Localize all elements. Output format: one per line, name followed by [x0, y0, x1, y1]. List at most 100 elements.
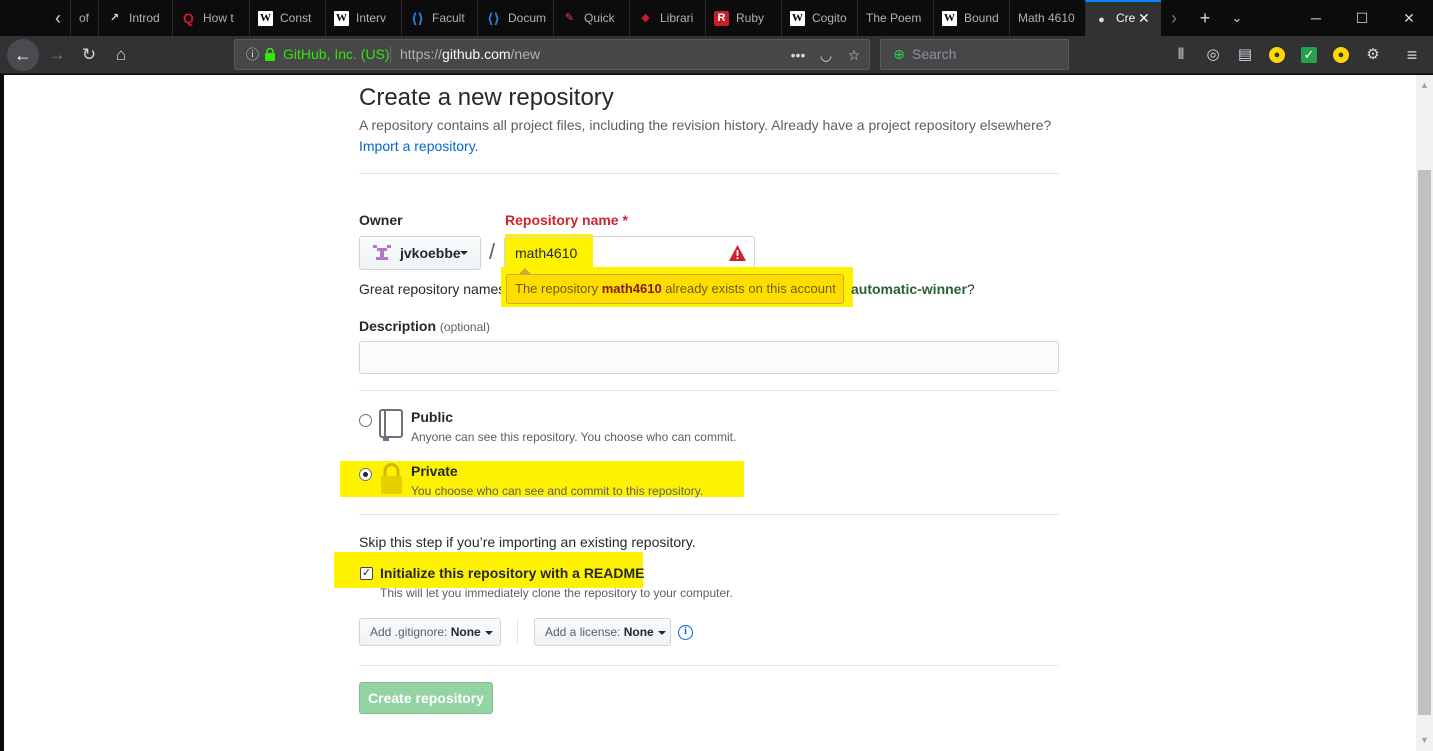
reload-icon[interactable]: ↻ [78, 44, 100, 66]
extension-github-icon[interactable]: ◎ [1202, 44, 1224, 66]
tab-list-icon[interactable]: ⌄ [1224, 0, 1250, 36]
scroll-up-icon[interactable]: ▲ [1416, 77, 1433, 94]
maximize-icon[interactable]: ☐ [1339, 0, 1385, 36]
vscode-icon: ⟨⟩ [487, 10, 500, 26]
tab-label: Const [280, 11, 312, 25]
search-bar[interactable]: ⊕ Search [880, 39, 1069, 70]
tab-label: Introd [129, 11, 160, 25]
license-select[interactable]: Add a license: None [534, 618, 671, 646]
bookmark-star-icon[interactable]: ☆ [843, 44, 865, 66]
owner-select[interactable]: jvkoebbe [359, 236, 481, 270]
description-input[interactable] [359, 341, 1059, 374]
pencil-icon: ✎ [564, 12, 575, 24]
repo-book-icon [379, 409, 403, 441]
page-actions-icon[interactable]: ••• [787, 44, 809, 66]
url-divider [390, 46, 391, 63]
info-icon[interactable]: ⓘ [244, 46, 261, 63]
extension-search-icon[interactable]: ● [1269, 47, 1285, 63]
library-icon[interactable]: ⫴ [1170, 44, 1192, 66]
scroll-down-icon[interactable]: ▼ [1416, 732, 1433, 749]
tab-label: How t [203, 11, 234, 25]
license-label: Add a license: [545, 625, 621, 639]
skip-step-text: Skip this step if you’re importing an ex… [359, 534, 696, 550]
reader-view-icon[interactable]: ▤ [1234, 44, 1256, 66]
extension-gear-icon[interactable]: ⚙ [1362, 44, 1384, 66]
extension-check-icon[interactable]: ✓ [1301, 47, 1317, 63]
info-icon[interactable]: i [678, 625, 693, 640]
tab-6[interactable]: ⟨⟩ Docum [477, 0, 553, 36]
tab-label: Cre [1116, 11, 1136, 25]
owner-label: Owner [359, 212, 403, 228]
url-text[interactable]: https://github.com/new [400, 40, 540, 69]
init-readme-label[interactable]: Initialize this repository with a README [380, 565, 644, 581]
suggestion-link[interactable]: automatic-winner [851, 281, 967, 297]
tab-label: of [79, 11, 90, 25]
private-radio[interactable] [359, 468, 372, 481]
tab-11[interactable]: The Poem [857, 0, 933, 36]
repo-name-label: Repository name * [505, 212, 628, 228]
gitignore-label: Add .gitignore: [370, 625, 448, 639]
tab-13[interactable]: Math 4610 [1009, 0, 1085, 36]
menu-icon[interactable]: ≡ [1401, 44, 1423, 66]
repo-name-input[interactable]: math4610 [504, 236, 755, 270]
tab-label: Math 4610 [1018, 11, 1075, 25]
wikipedia-icon: W [942, 11, 957, 26]
optional-note: (optional) [439, 320, 490, 334]
tab-scroll-right-icon[interactable]: › [1163, 0, 1185, 36]
lock-icon [381, 463, 402, 494]
close-tab-icon[interactable]: ✕ [1138, 2, 1150, 36]
scroll-thumb[interactable] [1418, 170, 1431, 715]
home-icon[interactable]: ⌂ [110, 44, 132, 66]
new-tab-icon[interactable]: + [1192, 0, 1218, 36]
tab-3[interactable]: W Const [249, 0, 325, 36]
tab-4[interactable]: W Interv [325, 0, 401, 36]
import-repo-link[interactable]: Import a repository. [359, 138, 479, 154]
tab-scroll-left-icon[interactable]: ‹ [46, 0, 70, 36]
create-repository-button[interactable]: Create repository [359, 682, 493, 714]
tab-2[interactable]: Q How t [172, 0, 249, 36]
tab-12[interactable]: W Bound [933, 0, 1009, 36]
repo-name-label-text: Repository name [505, 212, 619, 228]
public-subtitle: Anyone can see this repository. You choo… [411, 430, 737, 444]
public-radio[interactable] [359, 414, 372, 427]
forward-icon[interactable]: → [46, 44, 68, 66]
extension-search-icon-2[interactable]: ● [1333, 47, 1349, 63]
repo-name-value: math4610 [515, 245, 578, 261]
tab-10[interactable]: W Cogito [781, 0, 857, 36]
gitignore-value: None [450, 625, 481, 639]
init-readme-checkbox[interactable]: ✓ [360, 567, 373, 580]
pocket-icon[interactable]: ◡ [815, 44, 837, 66]
tab-label: Interv [356, 11, 387, 25]
github-new-repo-page: Create a new repository A repository con… [4, 75, 1416, 751]
minimize-icon[interactable]: ─ [1293, 0, 1339, 36]
gitignore-select[interactable]: Add .gitignore: None [359, 618, 501, 646]
tab-14-active[interactable]: ● Cre ✕ [1085, 0, 1161, 36]
divider [359, 390, 1059, 391]
tab-9[interactable]: R Ruby [705, 0, 781, 36]
github-icon: ● [1098, 14, 1105, 26]
private-title: Private [411, 463, 458, 479]
tab-label: Cogito [812, 11, 847, 25]
tab-0[interactable]: of [70, 0, 98, 36]
tab-label: Ruby [736, 11, 765, 25]
tab-5[interactable]: ⟨⟩ Facult [401, 0, 477, 36]
close-window-icon[interactable]: ✕ [1386, 0, 1432, 36]
search-engine-icon[interactable]: ⊕ [890, 45, 908, 63]
suggestion-suffix: ? [966, 281, 975, 297]
chevron-down-icon [657, 630, 666, 635]
url-bar[interactable]: ⓘ GitHub, Inc. (US) https://github.com/n… [234, 39, 870, 70]
tab-label: Docum [508, 11, 547, 25]
description-label: Description (optional) [359, 318, 490, 334]
site-identity[interactable]: GitHub, Inc. (US) [283, 40, 390, 69]
back-icon[interactable]: ← [7, 39, 39, 71]
license-value: None [623, 625, 654, 639]
repo-exists-tooltip: The repository math4610 already exists o… [506, 268, 844, 304]
chart-icon: ↗ [109, 12, 120, 24]
chevron-down-icon [484, 630, 493, 635]
tab-7[interactable]: ✎ Quick [553, 0, 629, 36]
tab-label: Facult [432, 11, 465, 25]
tab-8[interactable]: ◆ Librari [629, 0, 705, 36]
tab-1[interactable]: ↗ Introd [98, 0, 172, 36]
page-scrollbar[interactable]: ▲ ▼ [1416, 75, 1433, 751]
wikipedia-icon: W [258, 11, 273, 26]
